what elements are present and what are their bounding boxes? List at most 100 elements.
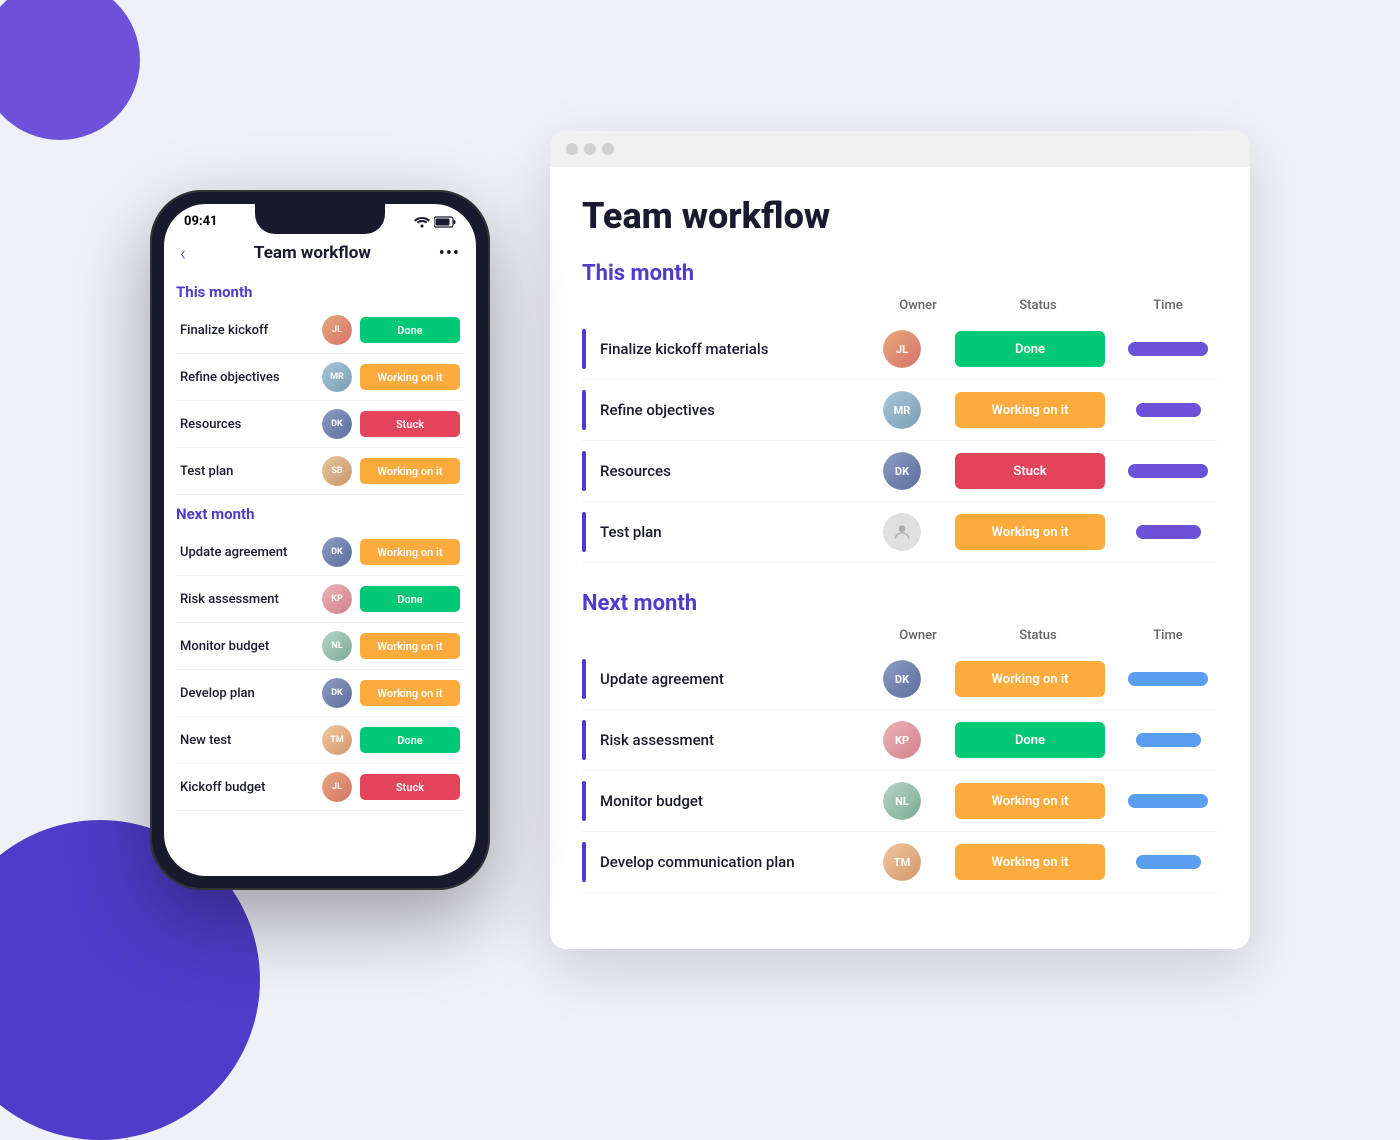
desktop-wrapper: Team workflow This month Owner Status Ti… bbox=[550, 131, 1250, 949]
phone-row-label: Test plan bbox=[180, 464, 314, 479]
phone-row-label: Risk assessment bbox=[180, 592, 314, 607]
phone-row-label: Finalize kickoff bbox=[180, 323, 314, 338]
avatar: DK bbox=[883, 452, 921, 490]
row-label-wrap: Develop communication plan bbox=[582, 842, 854, 882]
avatar: DK bbox=[883, 660, 921, 698]
phone-frame: 09:41 bbox=[150, 190, 490, 890]
status-badge-stuck: Stuck bbox=[955, 453, 1105, 489]
phone-row-label: New test bbox=[180, 733, 314, 748]
avatar: DK bbox=[322, 678, 352, 708]
row-indicator bbox=[582, 390, 586, 430]
status-badge-done: Done bbox=[955, 722, 1105, 758]
desktop-table-header-2: Owner Status Time bbox=[582, 628, 1218, 649]
phone-next-month-row-3: Monitor budget NL Working on it bbox=[176, 623, 464, 670]
status-badge-done: Done bbox=[360, 727, 460, 753]
phone-header: ‹ Team workflow ••• bbox=[164, 233, 476, 275]
back-button[interactable]: ‹ bbox=[180, 241, 186, 265]
phone-notch bbox=[255, 204, 385, 234]
desktop-page-title: Team workflow bbox=[582, 195, 1218, 237]
phone-wrapper: 09:41 bbox=[150, 190, 490, 890]
avatar: NL bbox=[883, 782, 921, 820]
phone-row-label: Kickoff budget bbox=[180, 780, 314, 795]
row-label-wrap: Monitor budget bbox=[582, 781, 854, 821]
row-label: Refine objectives bbox=[600, 401, 715, 419]
time-bar bbox=[1136, 403, 1201, 417]
row-indicator bbox=[582, 329, 586, 369]
phone-this-month-row-1: Finalize kickoff JL Done bbox=[176, 307, 464, 354]
row-label-wrap: Refine objectives bbox=[582, 390, 854, 430]
phone-next-month-row-2: Risk assessment KP Done bbox=[176, 576, 464, 623]
desktop-frame: Team workflow This month Owner Status Ti… bbox=[550, 131, 1250, 949]
row-label-wrap: Risk assessment bbox=[582, 720, 854, 760]
status-badge-working: Working on it bbox=[955, 783, 1105, 819]
col-status-header: Status bbox=[958, 298, 1118, 313]
avatar: NL bbox=[322, 631, 352, 661]
phone-row-label: Update agreement bbox=[180, 545, 314, 560]
time-bar bbox=[1128, 342, 1208, 356]
status-badge-working: Working on it bbox=[955, 514, 1105, 550]
col-time-header-2: Time bbox=[1118, 628, 1218, 643]
desktop-next-month-row-2: Risk assessment KP Done bbox=[582, 710, 1218, 771]
row-label-wrap: Finalize kickoff materials bbox=[582, 329, 854, 369]
row-indicator bbox=[582, 842, 586, 882]
status-badge-stuck: Stuck bbox=[360, 774, 460, 800]
menu-dots-button[interactable]: ••• bbox=[439, 243, 460, 264]
row-label-wrap: Resources bbox=[582, 451, 854, 491]
phone-screen: 09:41 bbox=[164, 204, 476, 876]
status-badge-done: Done bbox=[360, 317, 460, 343]
desktop-this-month-row-4: Test plan Working on it bbox=[582, 502, 1218, 563]
titlebar-dot-2 bbox=[584, 143, 596, 155]
titlebar-dot-3 bbox=[602, 143, 614, 155]
row-label-wrap: Test plan bbox=[582, 512, 854, 552]
row-label-wrap: Update agreement bbox=[582, 659, 854, 699]
avatar: TM bbox=[322, 725, 352, 755]
desktop-next-month-row-4: Develop communication plan TM Working on… bbox=[582, 832, 1218, 893]
row-label: Risk assessment bbox=[600, 731, 714, 749]
desktop-next-month-title: Next month bbox=[582, 591, 1218, 616]
status-badge-working: Working on it bbox=[360, 680, 460, 706]
row-indicator bbox=[582, 512, 586, 552]
row-indicator bbox=[582, 659, 586, 699]
desktop-this-month-row-2: Refine objectives MR Working on it bbox=[582, 380, 1218, 441]
status-badge-working: Working on it bbox=[360, 458, 460, 484]
phone-next-month-row-5: New test TM Done bbox=[176, 717, 464, 764]
time-bar bbox=[1128, 794, 1208, 808]
time-bar bbox=[1128, 672, 1208, 686]
avatar: KP bbox=[322, 584, 352, 614]
desktop-this-month-title: This month bbox=[582, 261, 1218, 286]
phone-next-month-row-1: Update agreement DK Working on it bbox=[176, 529, 464, 576]
avatar: MR bbox=[883, 391, 921, 429]
avatar: MR bbox=[322, 362, 352, 392]
phone-row-label: Develop plan bbox=[180, 686, 314, 701]
status-badge-working: Working on it bbox=[360, 539, 460, 565]
time-bar bbox=[1136, 733, 1201, 747]
desktop-table-header: Owner Status Time bbox=[582, 298, 1218, 319]
row-indicator bbox=[582, 451, 586, 491]
status-badge-working: Working on it bbox=[955, 661, 1105, 697]
status-badge-done: Done bbox=[360, 586, 460, 612]
desktop-titlebar bbox=[550, 131, 1250, 167]
wifi-icon bbox=[414, 216, 430, 228]
col-task-header-2 bbox=[582, 628, 878, 643]
phone-this-month-row-4: Test plan SB Working on it bbox=[176, 448, 464, 495]
status-icons bbox=[414, 216, 456, 228]
status-badge-working: Working on it bbox=[360, 633, 460, 659]
status-badge-stuck: Stuck bbox=[360, 411, 460, 437]
phone-content: This month Finalize kickoff JL Done Refi… bbox=[164, 275, 476, 811]
phone-this-month-row-3: Resources DK Stuck bbox=[176, 401, 464, 448]
avatar: SB bbox=[322, 456, 352, 486]
row-label: Develop communication plan bbox=[600, 853, 795, 871]
row-label: Resources bbox=[600, 462, 671, 480]
desktop-content: Team workflow This month Owner Status Ti… bbox=[550, 167, 1250, 949]
status-badge-working: Working on it bbox=[955, 392, 1105, 428]
phone-this-month-row-2: Refine objectives MR Working on it bbox=[176, 354, 464, 401]
main-container: 09:41 bbox=[0, 0, 1400, 1080]
desktop-next-month-row-3: Monitor budget NL Working on it bbox=[582, 771, 1218, 832]
avatar: TM bbox=[883, 843, 921, 881]
desktop-next-month-table: Owner Status Time Update agreement DK Wo… bbox=[582, 628, 1218, 893]
phone-next-month-row-6: Kickoff budget JL Stuck bbox=[176, 764, 464, 811]
titlebar-dot-1 bbox=[566, 143, 578, 155]
phone-row-label: Refine objectives bbox=[180, 370, 314, 385]
row-label: Finalize kickoff materials bbox=[600, 340, 768, 358]
phone-row-label: Monitor budget bbox=[180, 639, 314, 654]
